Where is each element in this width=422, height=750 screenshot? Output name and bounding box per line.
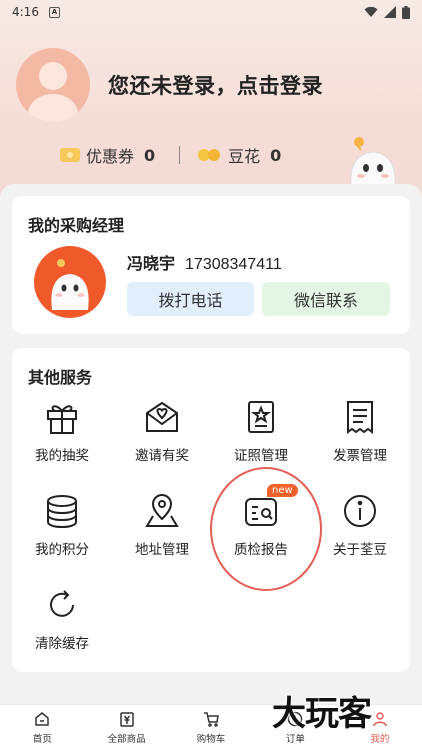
service-license[interactable]: 证照管理 [211, 398, 311, 480]
service-label: 证照管理 [234, 448, 288, 464]
service-label: 地址管理 [135, 542, 189, 558]
manager-avatar [34, 246, 106, 318]
coupon-stat[interactable]: 优惠券 0 [60, 143, 155, 167]
service-invite[interactable]: 邀请有奖 [112, 398, 212, 480]
service-address[interactable]: 地址管理 [112, 492, 212, 574]
bean-count: 0 [270, 145, 282, 165]
coupon-label: 优惠券 [86, 147, 135, 166]
service-label: 我的抽奖 [35, 448, 89, 464]
manager-card-title: 我的采购经理 [28, 216, 125, 235]
avatar[interactable] [16, 48, 90, 122]
manager-info: 冯晓宇 17308347411 [127, 250, 282, 274]
wechat-contact-button[interactable]: 微信联系 [262, 282, 390, 316]
tab-mine[interactable]: 我的 [338, 705, 422, 750]
login-profile[interactable]: 您还未登录，点击登录 [16, 48, 323, 122]
bottom-tab-bar: 首页 全部商品 购物车 订单 我的 [0, 704, 422, 750]
tab-label: 我的 [370, 734, 390, 745]
status-bar: 4:16 A [0, 0, 422, 24]
coins-stack-icon [47, 495, 77, 529]
service-label: 关于荃豆 [333, 542, 387, 558]
refresh-icon [50, 590, 74, 617]
certificate-icon [248, 401, 274, 433]
service-label: 邀请有奖 [135, 448, 189, 464]
service-label: 发票管理 [333, 448, 387, 464]
tab-orders[interactable]: 订单 [253, 705, 337, 750]
yen-bag-icon [119, 712, 134, 727]
gift-icon [47, 405, 77, 434]
tab-home[interactable]: 首页 [0, 705, 84, 750]
tab-label: 全部商品 [107, 734, 146, 745]
envelope-heart-icon [146, 401, 178, 432]
service-clear-cache[interactable]: 清除缓存 [12, 586, 112, 668]
services-title: 其他服务 [28, 368, 93, 387]
notification-badge-icon: A [48, 6, 60, 18]
call-button[interactable]: 拨打电话 [127, 282, 254, 316]
coupon-icon [60, 148, 80, 162]
manager-phone: 17308347411 [185, 256, 282, 273]
info-circle-icon [344, 495, 376, 527]
service-points[interactable]: 我的积分 [12, 492, 112, 574]
tab-all-products[interactable]: 全部商品 [84, 705, 168, 750]
wifi-icon [364, 6, 378, 17]
location-pin-icon [145, 494, 179, 527]
coupon-count: 0 [144, 145, 156, 165]
report-search-icon [245, 498, 277, 526]
service-quality-report[interactable]: new 质检报告 [211, 484, 311, 574]
other-services-card: 其他服务 我的抽奖 邀请有奖 证照管理 发票管理 我的积分 地址管理 new 质… [12, 348, 410, 672]
account-stats: 优惠券 0 豆花 0 [60, 143, 281, 167]
bean-icon [198, 148, 222, 162]
manager-name: 冯晓宇 [127, 254, 176, 273]
manager-mascot-icon [51, 259, 89, 310]
tab-label: 购物车 [196, 734, 226, 745]
signal-icon [384, 6, 396, 18]
tab-cart[interactable]: 购物车 [169, 705, 253, 750]
profile-icon [373, 712, 387, 727]
battery-icon [402, 5, 410, 19]
home-icon [35, 712, 49, 726]
service-label: 清除缓存 [35, 636, 89, 652]
service-lottery[interactable]: 我的抽奖 [12, 398, 112, 480]
service-label: 我的积分 [35, 542, 89, 558]
clock-icon [288, 711, 303, 727]
purchasing-manager-card: 我的采购经理 冯晓宇 17308347411 拨打电话 微信联系 [12, 196, 410, 334]
new-badge: new [267, 484, 298, 497]
login-prompt[interactable]: 您还未登录，点击登录 [108, 70, 323, 100]
status-time: 4:16 [12, 5, 39, 19]
stats-divider [179, 146, 181, 164]
tab-label: 订单 [285, 734, 305, 745]
tab-label: 首页 [32, 734, 52, 745]
service-label: 质检报告 [234, 542, 288, 558]
invoice-icon [347, 401, 373, 434]
bean-label: 豆花 [228, 147, 261, 166]
bean-stat[interactable]: 豆花 0 [198, 143, 281, 167]
service-invoice[interactable]: 发票管理 [310, 398, 410, 480]
cart-icon [204, 712, 219, 727]
service-about[interactable]: 关于荃豆 [310, 492, 410, 574]
